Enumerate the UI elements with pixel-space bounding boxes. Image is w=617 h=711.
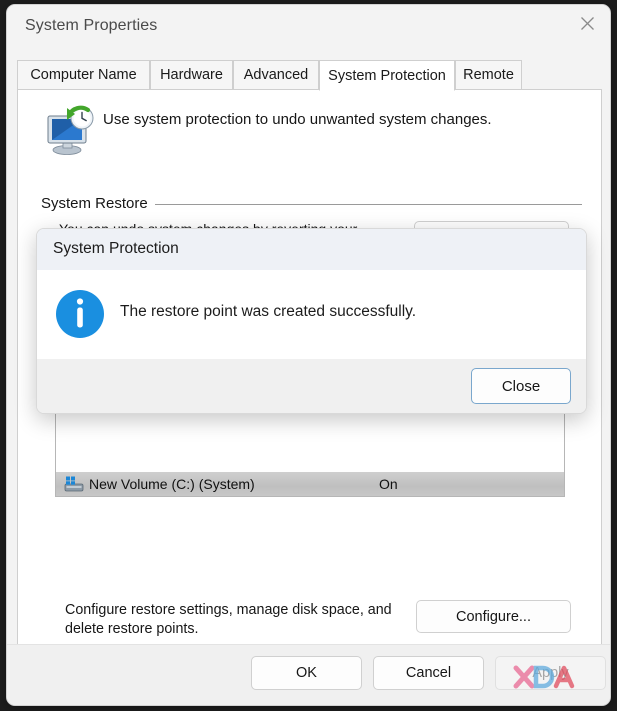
ok-button[interactable]: OK	[251, 656, 362, 690]
table-row[interactable]: New Volume (C:) (System) On	[56, 472, 564, 496]
configure-button[interactable]: Configure...	[416, 600, 571, 633]
tab-advanced[interactable]: Advanced	[233, 60, 319, 90]
modal-message: The restore point was created successful…	[120, 303, 417, 320]
tab-hardware[interactable]: Hardware	[150, 60, 233, 90]
apply-button: Apply	[495, 656, 606, 690]
modal-titlebar: System Protection	[37, 229, 586, 270]
system-protection-modal: System Protection The restore point was …	[36, 228, 587, 414]
modal-title: System Protection	[53, 240, 179, 257]
close-button[interactable]: Close	[471, 368, 571, 404]
windows-drive-icon	[64, 476, 84, 494]
cancel-button[interactable]: Cancel	[373, 656, 484, 690]
system-protection-icon	[43, 105, 97, 157]
system-properties-window: System Properties Computer Name Hardware…	[6, 4, 611, 706]
tab-bar: Computer Name Hardware Advanced System P…	[17, 60, 602, 91]
dialog-footer: OK Cancel Apply	[7, 644, 610, 705]
window-title: System Properties	[25, 17, 158, 34]
page-description: Use system protection to undo unwanted s…	[103, 111, 492, 128]
tab-remote[interactable]: Remote	[455, 60, 522, 90]
group-label-system-restore: System Restore	[41, 195, 155, 212]
window-titlebar: System Properties	[7, 5, 610, 49]
modal-footer: Close	[37, 359, 586, 413]
close-icon[interactable]	[564, 5, 610, 41]
drive-name: New Volume (C:) (System)	[89, 476, 255, 492]
configure-description: Configure restore settings, manage disk …	[65, 602, 392, 637]
tab-system-protection[interactable]: System Protection	[319, 60, 455, 91]
info-icon	[55, 289, 105, 339]
drive-status: On	[379, 476, 398, 492]
modal-body: The restore point was created successful…	[37, 270, 586, 360]
tab-computer-name[interactable]: Computer Name	[17, 60, 150, 90]
